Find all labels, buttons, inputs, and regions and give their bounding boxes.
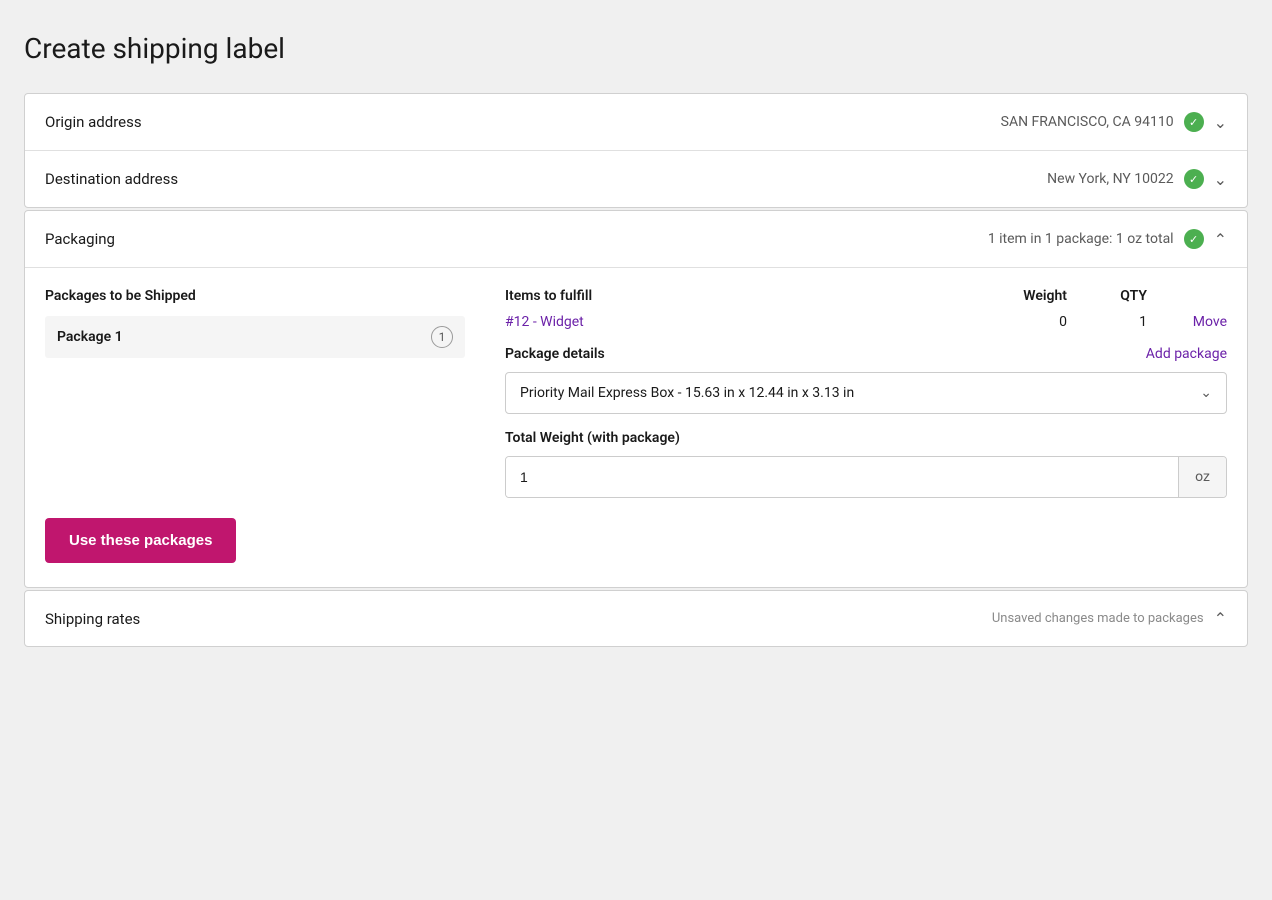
package-details-header: Package details Add package <box>505 346 1227 362</box>
selected-package-option: Priority Mail Express Box - 15.63 in x 1… <box>520 385 854 401</box>
page-title: Create shipping label <box>24 20 1248 65</box>
origin-address-right: SAN FRANCISCO, CA 94110 ✓ ⌄ <box>1001 112 1227 132</box>
package-details-section: Package details Add package Priority Mai… <box>505 346 1227 498</box>
item-weight: 0 <box>987 314 1087 330</box>
weight-input[interactable] <box>506 457 1178 497</box>
destination-address-label: Destination address <box>45 170 178 188</box>
destination-chevron-icon[interactable]: ⌄ <box>1214 170 1227 189</box>
packages-header: Packages to be Shipped <box>45 288 465 304</box>
total-weight-label: Total Weight (with package) <box>505 430 1227 446</box>
action-header <box>1167 288 1227 304</box>
packaging-grid: Packages to be Shipped Package 1 1 Items… <box>45 288 1227 498</box>
packaging-summary: 1 item in 1 package: 1 oz total <box>988 231 1174 247</box>
package-type-select[interactable]: Priority Mail Express Box - 15.63 in x 1… <box>505 372 1227 414</box>
destination-address-row: Destination address New York, NY 10022 ✓… <box>25 151 1247 207</box>
shipping-rates-card: Shipping rates Unsaved changes made to p… <box>24 590 1248 647</box>
package-1-name: Package 1 <box>57 329 123 345</box>
items-header-row: Items to fulfill Weight QTY <box>505 288 1227 304</box>
items-fulfill-header: Items to fulfill <box>505 288 987 304</box>
weight-section: Total Weight (with package) oz <box>505 430 1227 498</box>
packaging-label: Packaging <box>45 230 115 248</box>
destination-address-right: New York, NY 10022 ✓ ⌄ <box>1047 169 1227 189</box>
weight-header: Weight <box>987 288 1087 304</box>
item-link[interactable]: #12 - Widget <box>505 314 987 330</box>
weight-unit: oz <box>1178 457 1226 497</box>
move-link[interactable]: Move <box>1167 314 1227 330</box>
select-display[interactable]: Priority Mail Express Box - 15.63 in x 1… <box>506 373 1226 413</box>
packaging-body: Packages to be Shipped Package 1 1 Items… <box>25 268 1247 587</box>
unsaved-changes-text: Unsaved changes made to packages <box>992 611 1204 626</box>
items-col: Items to fulfill Weight QTY #12 - Widget… <box>485 288 1227 498</box>
packaging-check-icon: ✓ <box>1184 229 1204 249</box>
destination-address-value: New York, NY 10022 <box>1047 171 1173 187</box>
packaging-header-right: 1 item in 1 package: 1 oz total ✓ ⌃ <box>988 229 1227 249</box>
shipping-rates-header: Shipping rates Unsaved changes made to p… <box>25 591 1247 646</box>
package-1-row: Package 1 1 <box>45 316 465 358</box>
packaging-chevron-icon[interactable]: ⌃ <box>1214 230 1227 249</box>
origin-address-row: Origin address SAN FRANCISCO, CA 94110 ✓… <box>25 94 1247 151</box>
select-chevron-icon: ⌄ <box>1200 385 1212 401</box>
weight-input-row: oz <box>505 456 1227 498</box>
add-package-link[interactable]: Add package <box>1146 346 1227 362</box>
shipping-rates-label: Shipping rates <box>45 610 140 628</box>
origin-chevron-icon[interactable]: ⌄ <box>1214 113 1227 132</box>
use-packages-button[interactable]: Use these packages <box>45 518 236 563</box>
package-details-label: Package details <box>505 346 605 362</box>
origin-address-label: Origin address <box>45 113 142 131</box>
origin-address-value: SAN FRANCISCO, CA 94110 <box>1001 114 1174 130</box>
item-row: #12 - Widget 0 1 Move <box>505 314 1227 330</box>
packaging-header: Packaging 1 item in 1 package: 1 oz tota… <box>25 211 1247 268</box>
qty-header: QTY <box>1087 288 1167 304</box>
origin-check-icon: ✓ <box>1184 112 1204 132</box>
package-1-badge: 1 <box>431 326 453 348</box>
shipping-rates-chevron-icon[interactable]: ⌃ <box>1214 609 1227 628</box>
packages-col: Packages to be Shipped Package 1 1 <box>45 288 485 498</box>
destination-check-icon: ✓ <box>1184 169 1204 189</box>
item-qty: 1 <box>1087 314 1167 330</box>
shipping-rates-right: Unsaved changes made to packages ⌃ <box>992 609 1227 628</box>
